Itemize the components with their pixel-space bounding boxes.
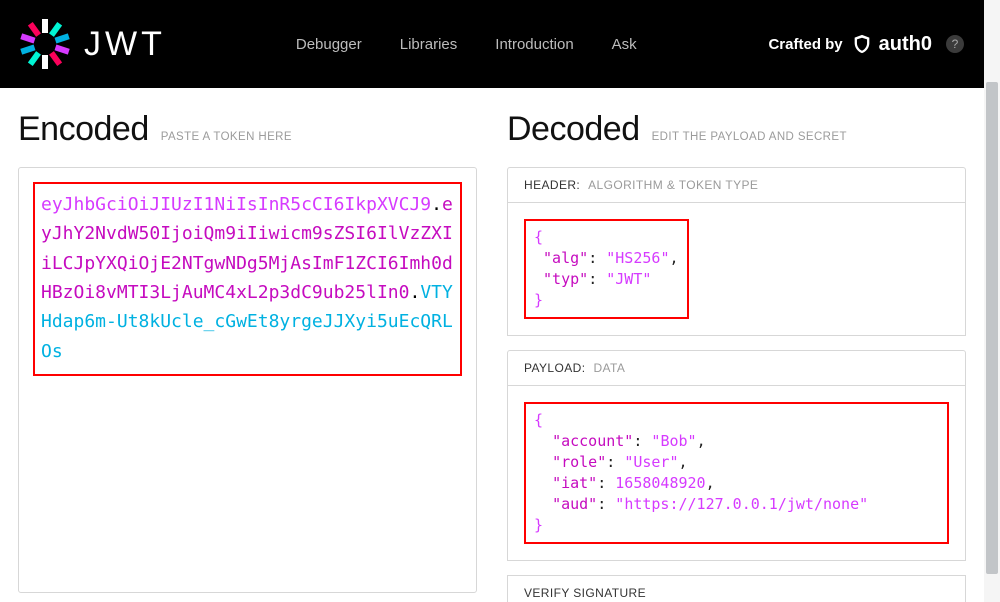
header-section-label: HEADER: <box>524 178 580 192</box>
nav-libraries[interactable]: Libraries <box>400 36 458 53</box>
main-content: Encoded PASTE A TOKEN HERE eyJhbGciOiJIU… <box>0 88 984 602</box>
main-nav: Debugger Libraries Introduction Ask <box>296 36 637 53</box>
jwt-logo-icon <box>20 19 70 69</box>
encoded-title: Encoded <box>18 110 149 149</box>
header-json-panel[interactable]: { "alg": "HS256", "typ": "JWT" } <box>507 203 966 336</box>
decoded-title: Decoded <box>507 110 640 149</box>
vertical-scrollbar[interactable] <box>984 0 1000 602</box>
verify-section-bar: VERIFY SIGNATURE <box>507 575 966 602</box>
payload-section-label: PAYLOAD: <box>524 361 585 375</box>
encoded-column: Encoded PASTE A TOKEN HERE eyJhbGciOiJIU… <box>18 110 477 602</box>
header-section-bar: HEADER: ALGORITHM & TOKEN TYPE <box>507 167 966 203</box>
page-header: JWT Debugger Libraries Introduction Ask … <box>0 0 984 88</box>
token-header-segment: eyJhbGciOiJIUzI1NiIsInR5cCI6IkpXVCJ9 <box>41 194 431 215</box>
nav-introduction[interactable]: Introduction <box>495 36 573 53</box>
crafted-prefix: Crafted by <box>768 36 842 53</box>
payload-section-sub: DATA <box>593 361 625 375</box>
header-json[interactable]: { "alg": "HS256", "typ": "JWT" } <box>534 227 679 311</box>
brand-text: JWT <box>84 25 166 64</box>
header-highlight-box: { "alg": "HS256", "typ": "JWT" } <box>524 219 689 319</box>
encoded-subtitle: PASTE A TOKEN HERE <box>161 131 292 143</box>
payload-json-panel[interactable]: { "account": "Bob", "role": "User", "iat… <box>507 386 966 561</box>
auth0-shield-icon <box>851 33 873 55</box>
encoded-token[interactable]: eyJhbGciOiJIUzI1NiIsInR5cCI6IkpXVCJ9.eyJ… <box>41 190 454 366</box>
nav-debugger[interactable]: Debugger <box>296 36 362 53</box>
encoded-header: Encoded PASTE A TOKEN HERE <box>18 110 477 149</box>
decoded-header: Decoded EDIT THE PAYLOAD AND SECRET <box>507 110 966 149</box>
encoded-panel[interactable]: eyJhbGciOiJIUzI1NiIsInR5cCI6IkpXVCJ9.eyJ… <box>18 167 477 593</box>
decoded-column: Decoded EDIT THE PAYLOAD AND SECRET HEAD… <box>507 110 966 602</box>
payload-highlight-box: { "account": "Bob", "role": "User", "iat… <box>524 402 949 544</box>
header-section-sub: ALGORITHM & TOKEN TYPE <box>588 178 758 192</box>
verify-label: VERIFY SIGNATURE <box>524 586 646 600</box>
payload-json[interactable]: { "account": "Bob", "role": "User", "iat… <box>534 410 939 536</box>
auth0-word: auth0 <box>879 33 932 56</box>
decoded-subtitle: EDIT THE PAYLOAD AND SECRET <box>652 131 847 143</box>
payload-section-bar: PAYLOAD: DATA <box>507 350 966 386</box>
encoded-highlight-box: eyJhbGciOiJIUzI1NiIsInR5cCI6IkpXVCJ9.eyJ… <box>33 182 462 376</box>
nav-ask[interactable]: Ask <box>612 36 637 53</box>
crafted-by[interactable]: Crafted by auth0 ? <box>768 33 964 56</box>
auth0-badge: auth0 <box>851 33 932 56</box>
scrollbar-thumb[interactable] <box>986 82 998 574</box>
help-icon[interactable]: ? <box>946 35 964 53</box>
brand[interactable]: JWT <box>20 19 166 69</box>
